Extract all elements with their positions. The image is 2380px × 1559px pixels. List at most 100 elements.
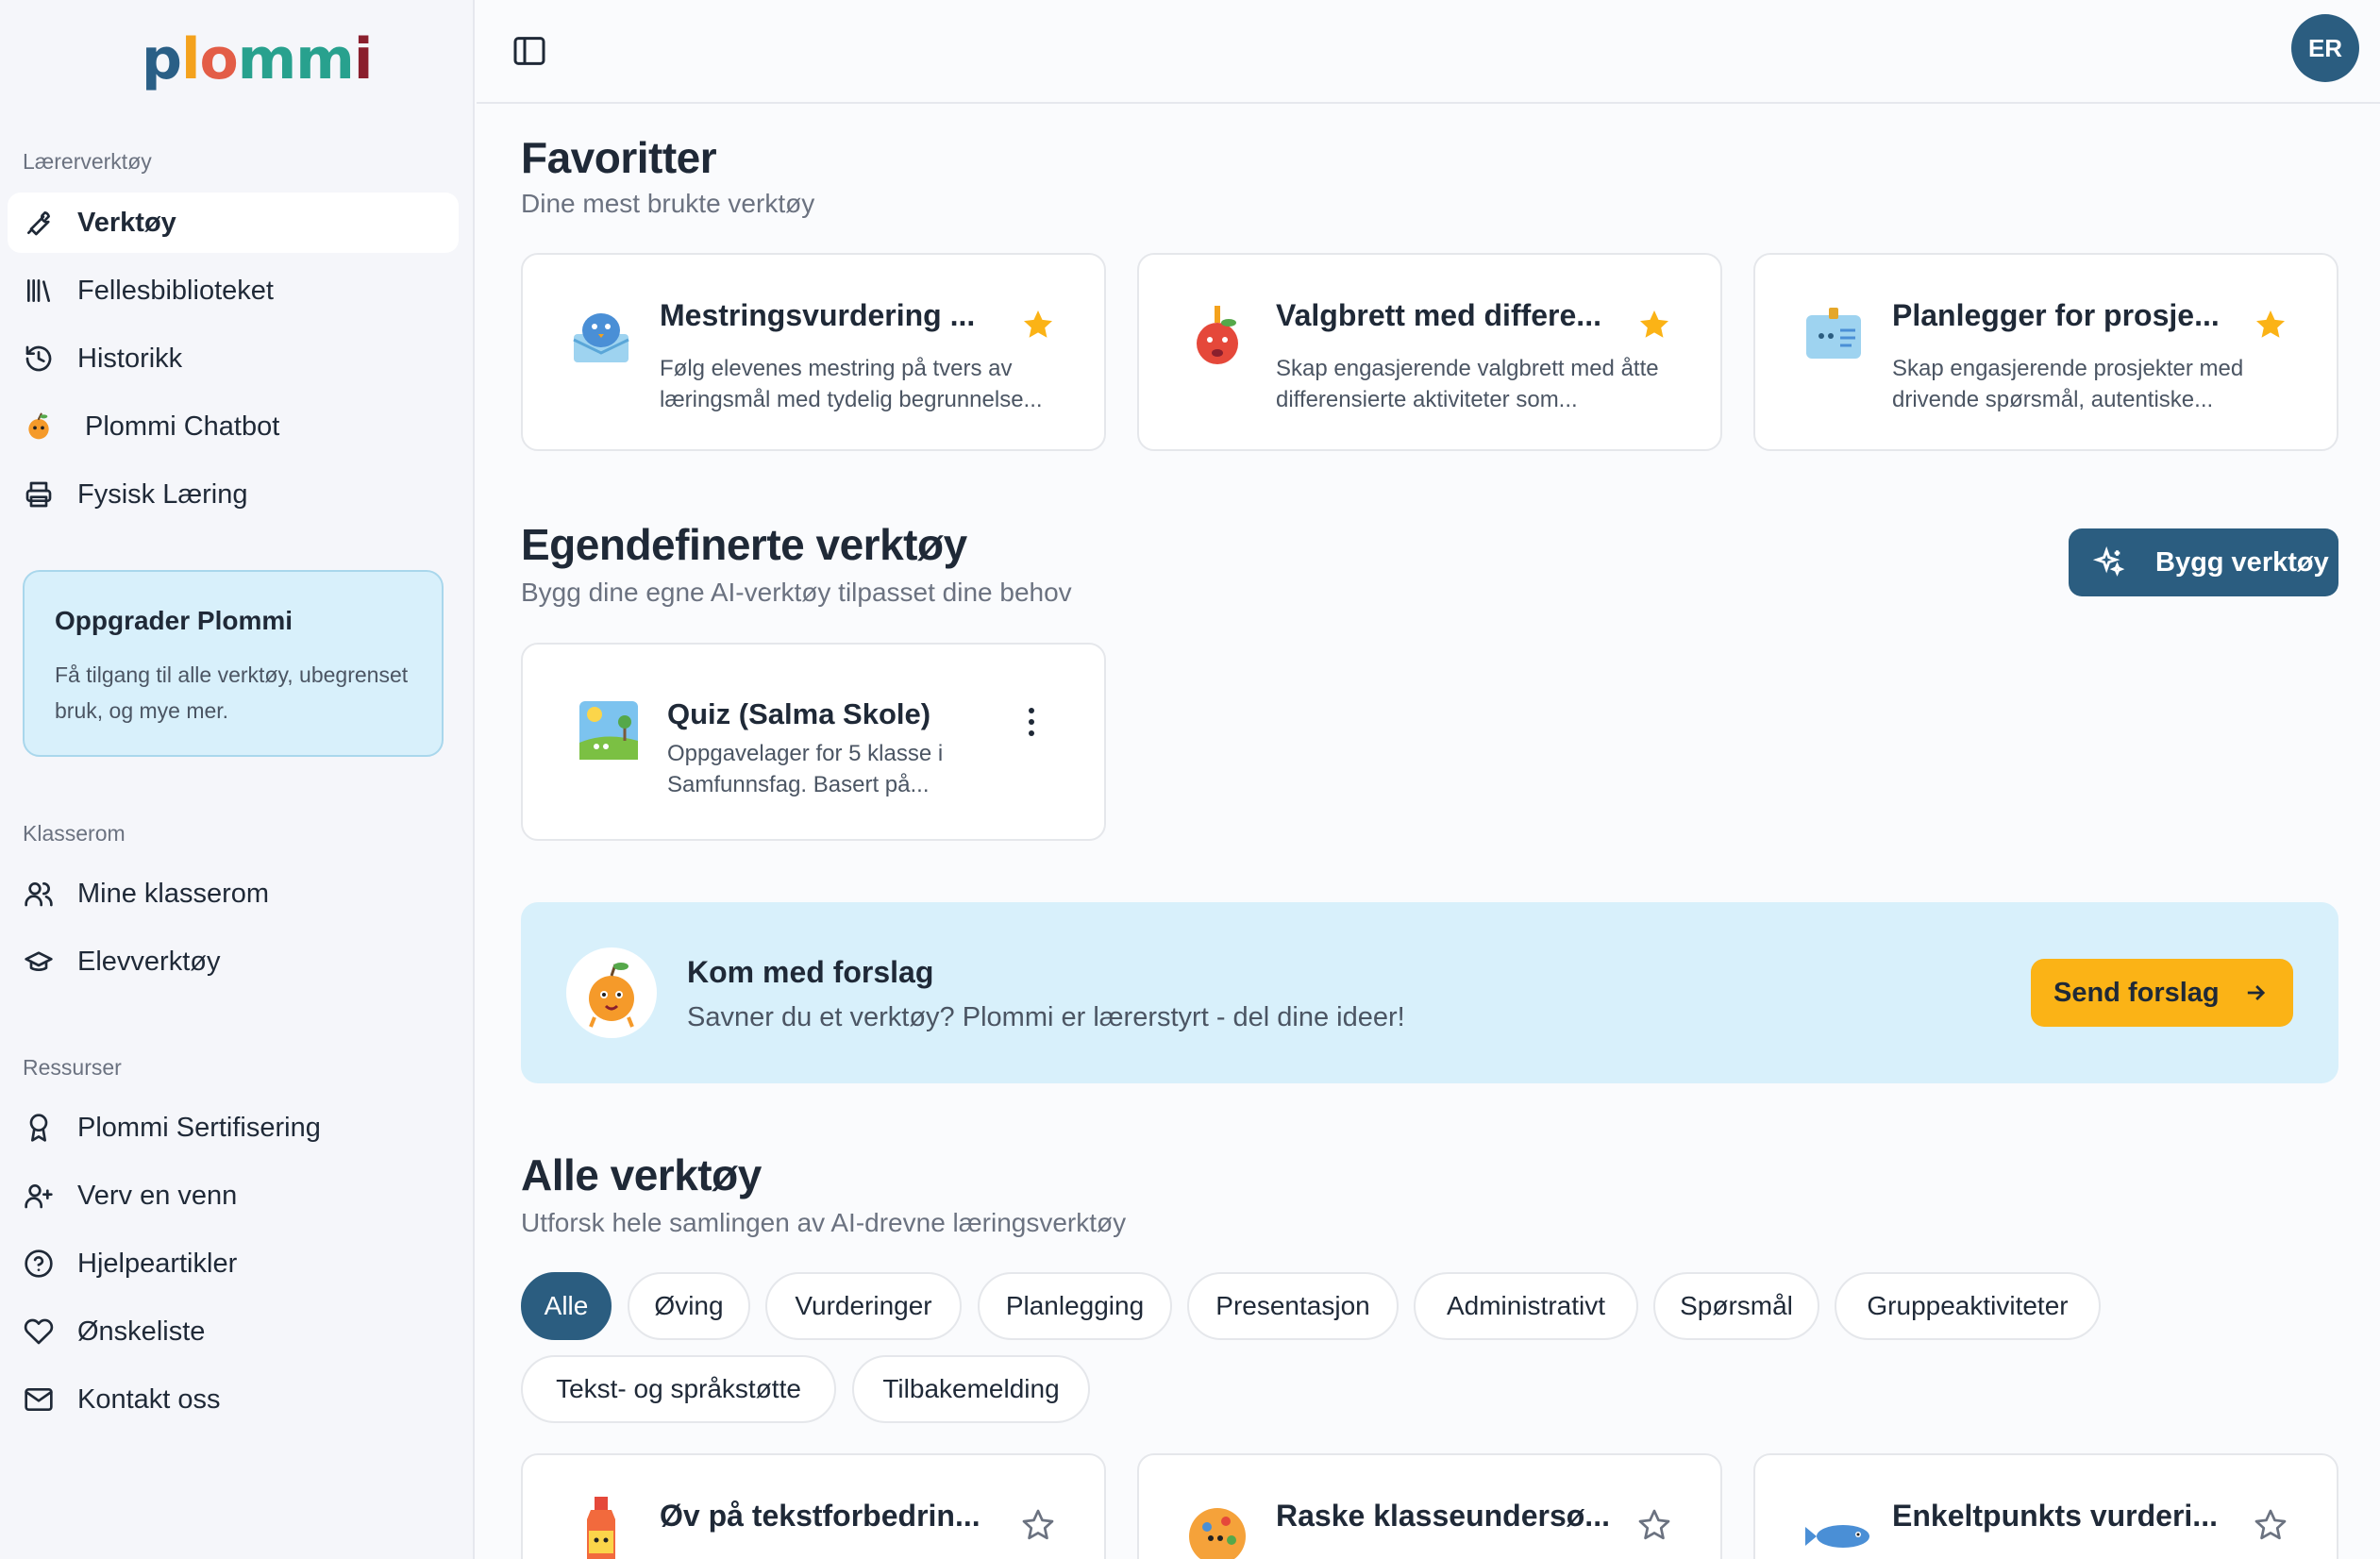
all-tools-title: Alle verktøy bbox=[521, 1150, 762, 1199]
logo-letter: p bbox=[142, 26, 182, 92]
filter-chip-sporsmal[interactable]: Spørsmål bbox=[1653, 1272, 1819, 1340]
build-tool-label: Bygg verktøy bbox=[2155, 546, 2329, 578]
help-circle-icon bbox=[23, 1248, 55, 1280]
star-outline-icon[interactable] bbox=[2254, 1508, 2288, 1542]
avatar[interactable]: ER bbox=[2291, 14, 2359, 82]
tool-card[interactable]: Enkeltpunkts vurderi... bbox=[1753, 1453, 2338, 1559]
filter-chip-alle[interactable]: Alle bbox=[521, 1272, 612, 1340]
build-tool-button[interactable]: Bygg verktøy bbox=[2069, 528, 2338, 596]
sidebar-item-sertifisering[interactable]: Plommi Sertifisering bbox=[8, 1098, 459, 1158]
palette-mascot-icon bbox=[1184, 1493, 1250, 1559]
printer-icon bbox=[23, 478, 55, 511]
custom-tools-title: Egendefinerte verktøy bbox=[521, 520, 967, 569]
filter-chip-planlegging[interactable]: Planlegging bbox=[978, 1272, 1172, 1340]
filter-chip-administrativt[interactable]: Administrativt bbox=[1414, 1272, 1638, 1340]
suggestion-text: Savner du et verktøy? Plommi er lærersty… bbox=[687, 1002, 1405, 1032]
filter-chip-vurderinger[interactable]: Vurderinger bbox=[765, 1272, 962, 1340]
tool-card[interactable]: Øv på tekstforbedrin... bbox=[521, 1453, 1106, 1559]
section-label-classroom: Klasserom bbox=[23, 821, 126, 846]
upgrade-text: Få tilgang til alle verktøy, ubegrenset … bbox=[55, 662, 409, 723]
plommi-logo[interactable]: plommi bbox=[142, 26, 374, 92]
sidebar-item-label: Verktøy bbox=[77, 207, 176, 238]
card-title: Enkeltpunkts vurderi... bbox=[1892, 1499, 2218, 1533]
section-label-teacher: Lærerverktøy bbox=[23, 149, 152, 174]
logo-letter: i bbox=[353, 26, 374, 92]
star-filled-icon[interactable] bbox=[1637, 308, 1671, 342]
favorite-card[interactable]: Valgbrett med differe... Skap engasjeren… bbox=[1137, 253, 1722, 451]
star-filled-icon[interactable] bbox=[2254, 308, 2288, 342]
card-title: Øv på tekstforbedrin... bbox=[660, 1499, 980, 1533]
logo-letter: l bbox=[180, 26, 201, 92]
sidebar-item-fysisk-laering[interactable]: Fysisk Læring bbox=[8, 464, 459, 525]
upgrade-card[interactable]: Oppgrader Plommi Få tilgang til alle ver… bbox=[23, 570, 444, 757]
logo-letter: o bbox=[199, 26, 239, 92]
sidebar-item-label: Hjelpeartikler bbox=[77, 1248, 238, 1279]
bird-mascot-icon bbox=[568, 302, 634, 368]
award-icon bbox=[23, 1112, 55, 1144]
graduation-cap-icon bbox=[23, 946, 55, 978]
upgrade-title: Oppgrader Plommi bbox=[55, 606, 293, 635]
star-outline-icon[interactable] bbox=[1637, 1508, 1671, 1542]
card-title: Planlegger for prosje... bbox=[1892, 298, 2220, 332]
mail-icon bbox=[23, 1383, 55, 1416]
apple-mascot-icon bbox=[1184, 302, 1250, 368]
sidebar-item-plommi-chatbot[interactable]: Plommi Chatbot bbox=[8, 396, 459, 457]
plommi-mascot-icon bbox=[566, 947, 657, 1038]
sidebar-item-fellesbiblioteket[interactable]: Fellesbiblioteket bbox=[8, 260, 459, 321]
history-icon bbox=[23, 343, 55, 375]
sidebar-item-label: Plommi Sertifisering bbox=[77, 1112, 321, 1143]
star-filled-icon[interactable] bbox=[1021, 308, 1055, 342]
top-bar: ER bbox=[477, 0, 2380, 104]
sidebar-item-label: Kontakt oss bbox=[77, 1383, 221, 1415]
sidebar: plommi Lærerverktøy Verktøy Fellesbiblio… bbox=[0, 0, 475, 1559]
sidebar-item-label: Ønskeliste bbox=[77, 1316, 206, 1347]
sidebar-item-hjelpeartikler[interactable]: Hjelpeartikler bbox=[8, 1233, 459, 1294]
sidebar-item-verktoy[interactable]: Verktøy bbox=[8, 193, 459, 253]
sidebar-item-verv-en-venn[interactable]: Verv en venn bbox=[8, 1165, 459, 1226]
id-card-mascot-icon bbox=[1801, 302, 1867, 368]
more-vertical-icon[interactable] bbox=[1027, 706, 1036, 738]
sidebar-item-label: Elevverktøy bbox=[77, 946, 221, 977]
users-icon bbox=[23, 878, 55, 910]
sidebar-item-kontakt-oss[interactable]: Kontakt oss bbox=[8, 1369, 459, 1430]
filter-chip-presentasjon[interactable]: Presentasjon bbox=[1187, 1272, 1399, 1340]
card-description: Oppgavelager for 5 klasse i Samfunnsfag.… bbox=[667, 741, 944, 797]
send-suggestion-label: Send forslag bbox=[2053, 977, 2220, 1008]
logo-letter: mm bbox=[237, 26, 355, 92]
favorites-subtitle: Dine mest brukte verktøy bbox=[521, 189, 815, 218]
section-label-resources: Ressurser bbox=[23, 1055, 122, 1080]
wrench-icon bbox=[23, 207, 55, 239]
card-title: Mestringsvurdering ... bbox=[660, 298, 976, 332]
sidebar-item-elevverktoy[interactable]: Elevverktøy bbox=[8, 931, 459, 992]
sidebar-item-label: Historikk bbox=[77, 343, 183, 374]
sidebar-item-historikk[interactable]: Historikk bbox=[8, 328, 459, 389]
sparkles-icon bbox=[2093, 546, 2125, 577]
star-outline-icon[interactable] bbox=[1021, 1508, 1055, 1542]
sidebar-item-label: Mine klasserom bbox=[77, 878, 270, 909]
sidebar-item-onskeliste[interactable]: Ønskeliste bbox=[8, 1301, 459, 1362]
filter-chip-gruppeaktiviteter[interactable]: Gruppeaktiviteter bbox=[1835, 1272, 2101, 1340]
heart-icon bbox=[23, 1316, 55, 1348]
card-description: Skap engasjerende prosjekter med drivend… bbox=[1892, 356, 2244, 412]
filter-chip-tilbakemelding[interactable]: Tilbakemelding bbox=[852, 1355, 1090, 1423]
send-suggestion-button[interactable]: Send forslag bbox=[2031, 959, 2293, 1027]
card-title: Raske klasseundersø... bbox=[1276, 1499, 1610, 1533]
suggestion-banner: Kom med forslag Savner du et verktøy? Pl… bbox=[521, 902, 2338, 1083]
favorite-card[interactable]: Planlegger for prosje... Skap engasjeren… bbox=[1753, 253, 2338, 451]
sidebar-item-label: Fysisk Læring bbox=[77, 478, 248, 510]
custom-tool-card[interactable]: Quiz (Salma Skole) Oppgavelager for 5 kl… bbox=[521, 643, 1106, 841]
filter-chip-oving[interactable]: Øving bbox=[628, 1272, 750, 1340]
favorites-title: Favoritter bbox=[521, 133, 717, 182]
user-plus-icon bbox=[23, 1180, 55, 1212]
landscape-mascot-icon bbox=[578, 699, 640, 762]
favorite-card[interactable]: Mestringsvurdering ... Følg elevenes mes… bbox=[521, 253, 1106, 451]
card-title: Valgbrett med differe... bbox=[1276, 298, 1601, 332]
bottle-mascot-icon bbox=[568, 1493, 634, 1559]
sidebar-toggle-icon[interactable] bbox=[511, 32, 548, 70]
library-icon bbox=[23, 275, 55, 307]
all-tools-subtitle: Utforsk hele samlingen av AI-drevne læri… bbox=[521, 1208, 1127, 1237]
arrow-right-icon bbox=[2247, 985, 2265, 1000]
tool-card[interactable]: Raske klasseundersø... bbox=[1137, 1453, 1722, 1559]
filter-chip-tekst-og-sprakstotte[interactable]: Tekst- og språkstøtte bbox=[521, 1355, 836, 1423]
sidebar-item-mine-klasserom[interactable]: Mine klasserom bbox=[8, 863, 459, 924]
